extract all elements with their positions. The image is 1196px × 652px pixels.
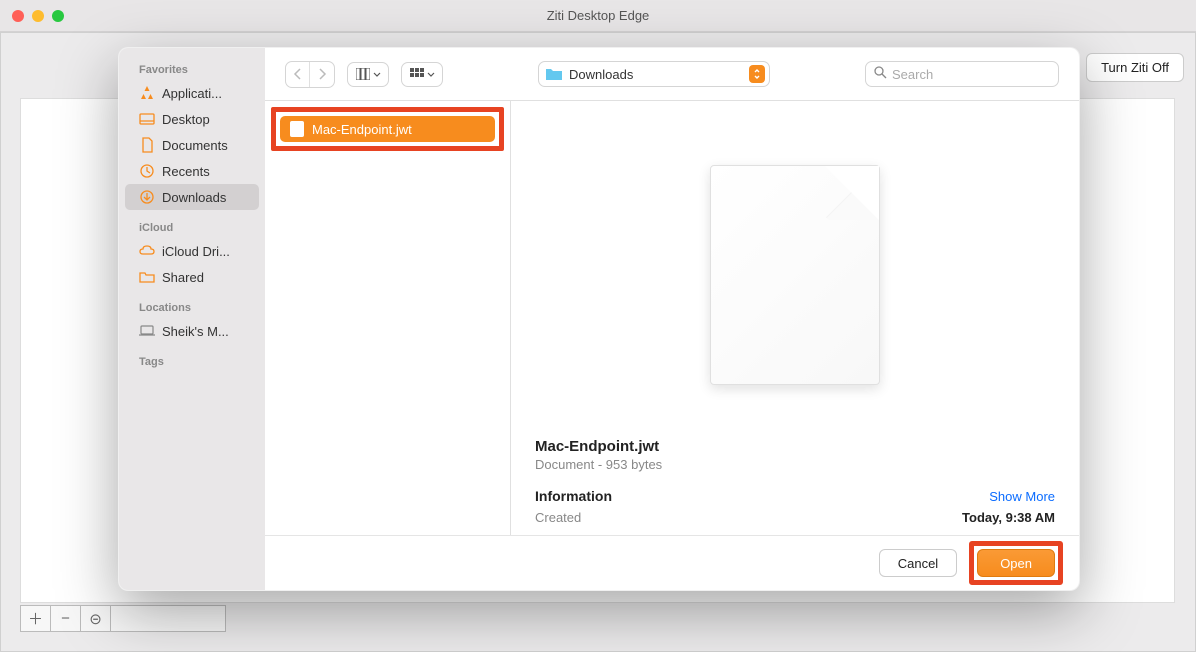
favorites-header: Favorites [125, 58, 259, 80]
close-window-button[interactable] [12, 10, 24, 22]
remove-button[interactable]: − [51, 606, 81, 631]
file-columns: Mac-Endpoint.jwt Mac-Endpoint.jwt Docume… [265, 100, 1079, 535]
traffic-lights [12, 10, 64, 22]
sidebar-item-recents[interactable]: Recents [125, 158, 259, 184]
annotation-highlight: Mac-Endpoint.jwt [271, 107, 504, 151]
sidebar-icloud: iCloud iCloud Dri... Shared [119, 216, 265, 290]
search-box[interactable] [865, 61, 1059, 87]
nav-arrows [285, 61, 335, 88]
sidebar-favorites: Favorites Applicati... Desktop Documents [119, 58, 265, 210]
document-icon [139, 137, 155, 153]
created-label: Created [535, 510, 581, 525]
sidebar-label: Sheik's M... [162, 324, 229, 339]
sidebar-item-applications[interactable]: Applicati... [125, 80, 259, 106]
clock-icon [139, 163, 155, 179]
add-button[interactable]: ＋ [21, 606, 51, 631]
laptop-icon [139, 323, 155, 339]
file-list: Mac-Endpoint.jwt [265, 101, 511, 535]
sidebar-item-icloud-drive[interactable]: iCloud Dri... [125, 238, 259, 264]
preview-file-name: Mac-Endpoint.jwt [535, 438, 1055, 455]
cancel-button[interactable]: Cancel [879, 549, 957, 577]
path-dropdown[interactable]: Downloads [538, 61, 770, 87]
path-label: Downloads [569, 67, 743, 82]
sidebar-label: Recents [162, 164, 210, 179]
info-row-created: Created Today, 9:38 AM [535, 510, 1055, 535]
file-item[interactable]: Mac-Endpoint.jwt [280, 116, 495, 142]
file-open-dialog: Favorites Applicati... Desktop Documents [118, 47, 1080, 591]
sidebar-label: iCloud Dri... [162, 244, 230, 259]
titlebar: Ziti Desktop Edge [0, 0, 1196, 32]
download-icon [139, 189, 155, 205]
desktop-icon [139, 111, 155, 127]
sidebar-item-downloads[interactable]: Downloads [125, 184, 259, 210]
sidebar-item-computer[interactable]: Sheik's M... [125, 318, 259, 344]
preview-panel: Mac-Endpoint.jwt Document - 953 bytes In… [511, 101, 1079, 535]
dropdown-stepper-icon [749, 65, 765, 83]
folder-icon [545, 67, 563, 81]
options-button[interactable]: ⊝ [81, 606, 111, 631]
info-title: Information [535, 488, 612, 504]
open-button[interactable]: Open [977, 549, 1055, 577]
annotation-highlight-open: Open [969, 541, 1063, 585]
info-header: Information Show More [535, 488, 1055, 504]
sidebar-item-documents[interactable]: Documents [125, 132, 259, 158]
shared-folder-icon [139, 269, 155, 285]
search-icon [874, 66, 887, 82]
group-mode-button[interactable] [401, 62, 443, 87]
search-input[interactable] [892, 67, 1050, 82]
cloud-icon [139, 243, 155, 259]
minimize-window-button[interactable] [32, 10, 44, 22]
created-value: Today, 9:38 AM [962, 510, 1055, 525]
sidebar-label: Shared [162, 270, 204, 285]
file-icon [290, 121, 304, 137]
preview-icon-wrap [535, 121, 1055, 428]
chevron-down-icon [427, 72, 435, 77]
tags-header: Tags [125, 350, 259, 372]
applications-icon [139, 85, 155, 101]
window-title: Ziti Desktop Edge [0, 8, 1196, 23]
list-footer: ＋ − ⊝ [20, 605, 226, 632]
sidebar-locations: Locations Sheik's M... [119, 296, 265, 344]
sidebar-item-desktop[interactable]: Desktop [125, 106, 259, 132]
forward-button[interactable] [310, 62, 334, 87]
dialog-main: Downloads Mac-Endpoint.jwt [265, 48, 1079, 590]
preview-file-meta: Document - 953 bytes [535, 457, 1055, 472]
sidebar-label: Documents [162, 138, 228, 153]
turn-ziti-off-button[interactable]: Turn Ziti Off [1086, 53, 1184, 82]
sidebar-label: Downloads [162, 190, 226, 205]
icloud-header: iCloud [125, 216, 259, 238]
view-mode-button[interactable] [347, 62, 389, 87]
back-button[interactable] [286, 62, 310, 87]
file-name-label: Mac-Endpoint.jwt [312, 122, 412, 137]
document-preview-icon [710, 165, 880, 385]
sidebar-tags: Tags [119, 350, 265, 372]
toolbar: Downloads [265, 48, 1079, 100]
locations-header: Locations [125, 296, 259, 318]
sidebar-item-shared[interactable]: Shared [125, 264, 259, 290]
show-more-link[interactable]: Show More [989, 489, 1055, 504]
chevron-down-icon [373, 72, 381, 77]
maximize-window-button[interactable] [52, 10, 64, 22]
sidebar: Favorites Applicati... Desktop Documents [119, 48, 265, 590]
sidebar-label: Applicati... [162, 86, 222, 101]
sidebar-label: Desktop [162, 112, 210, 127]
dialog-footer: Cancel Open [265, 535, 1079, 590]
